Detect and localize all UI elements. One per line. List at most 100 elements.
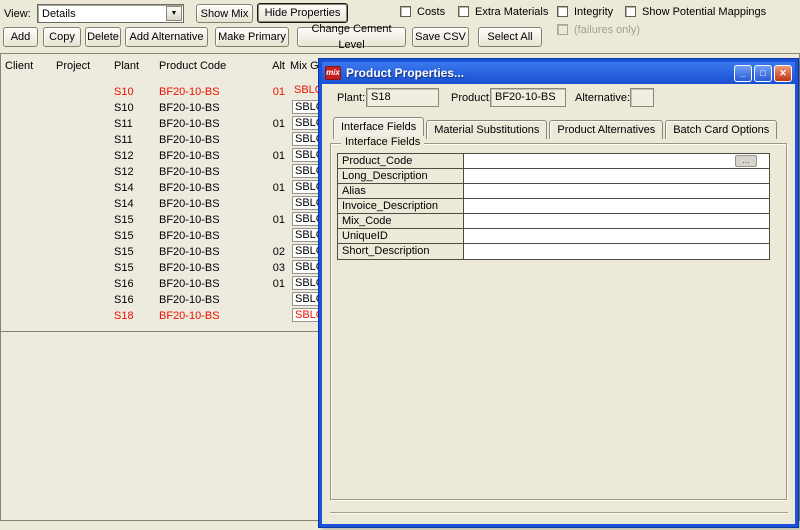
table-row[interactable]: S18 BF20-10-BS SBLO xyxy=(5,308,330,324)
dialog-title: Product Properties... xyxy=(346,66,732,80)
change-cement-level-button[interactable]: Change Cement Level xyxy=(297,27,406,47)
field-row: Product_Code ... xyxy=(338,154,769,169)
cell-product-code: BF20-10-BS xyxy=(159,150,261,162)
hide-properties-button[interactable]: Hide Properties xyxy=(257,3,348,23)
table-row[interactable]: S12 BF20-10-BS 01 SBLO xyxy=(5,148,330,164)
table-row[interactable]: S14 BF20-10-BS SBLO xyxy=(5,196,330,212)
column-header-product-code: Product Code xyxy=(159,60,261,72)
cell-alt: 01 xyxy=(261,182,287,194)
tab-material-substitutions[interactable]: Material Substitutions xyxy=(426,120,547,139)
field-value-cell[interactable] xyxy=(464,199,769,213)
checkbox-icon[interactable] xyxy=(458,6,469,17)
show-mix-button[interactable]: Show Mix xyxy=(196,4,253,23)
cell-product-code: BF20-10-BS xyxy=(159,294,261,306)
cell-product-code: BF20-10-BS xyxy=(159,102,261,114)
tab-batch-card-options[interactable]: Batch Card Options xyxy=(665,120,777,139)
view-dropdown[interactable]: Details ▼ xyxy=(37,4,184,23)
add-alternative-button[interactable]: Add Alternative xyxy=(125,27,208,47)
select-all-button[interactable]: Select All xyxy=(478,27,542,47)
table-row[interactable]: S16 BF20-10-BS SBLO xyxy=(5,292,330,308)
product-field[interactable]: BF20-10-BS xyxy=(490,88,566,107)
cell-alt: 01 xyxy=(261,214,287,226)
view-dropdown-value: Details xyxy=(42,8,76,20)
table-row[interactable]: S14 BF20-10-BS 01 SBLO xyxy=(5,180,330,196)
dialog-titlebar[interactable]: mix Product Properties... _ □ ✕ xyxy=(322,62,795,84)
alternative-label: Alternative: xyxy=(575,92,630,104)
cell-plant: S15 xyxy=(114,246,159,258)
cell-plant: S16 xyxy=(114,278,159,290)
checkbox-integrity[interactable]: Integrity xyxy=(557,6,613,18)
grid-body: S10 BF20-10-BS 01 SBLO S10 BF20-10-BS SB… xyxy=(5,84,330,324)
cell-plant: S14 xyxy=(114,182,159,194)
checkbox-extra-materials[interactable]: Extra Materials xyxy=(458,6,548,18)
checkbox-icon[interactable] xyxy=(557,6,568,17)
checkbox-icon[interactable] xyxy=(400,6,411,17)
checkbox-icon[interactable] xyxy=(625,6,636,17)
grid-header: Client Project Plant Product Code Alt Mi… xyxy=(5,60,322,72)
table-row[interactable]: S11 BF20-10-BS SBLO xyxy=(5,132,330,148)
add-button[interactable]: Add xyxy=(3,27,38,47)
chevron-down-icon[interactable]: ▼ xyxy=(166,6,182,21)
field-name-cell: Alias xyxy=(338,184,464,198)
plant-label: Plant: xyxy=(337,92,365,104)
table-row[interactable]: S10 BF20-10-BS SBLO xyxy=(5,100,330,116)
cell-product-code: BF20-10-BS xyxy=(159,86,261,98)
cell-product-code: BF20-10-BS xyxy=(159,310,261,322)
table-row[interactable]: S15 BF20-10-BS SBLO xyxy=(5,228,330,244)
field-value-cell[interactable] xyxy=(464,229,769,243)
cell-product-code: BF20-10-BS xyxy=(159,182,261,194)
mix-app-icon: mix xyxy=(325,66,341,80)
cell-plant: S16 xyxy=(114,294,159,306)
field-value-cell[interactable]: ... xyxy=(464,154,769,168)
cell-alt: 02 xyxy=(261,246,287,258)
make-primary-button[interactable]: Make Primary xyxy=(215,27,289,47)
ellipsis-button[interactable]: ... xyxy=(735,155,757,167)
checkbox-costs-label: Costs xyxy=(417,6,445,18)
copy-button[interactable]: Copy xyxy=(43,27,81,47)
save-csv-button[interactable]: Save CSV xyxy=(412,27,469,47)
cell-alt: 01 xyxy=(261,150,287,162)
cell-product-code: BF20-10-BS xyxy=(159,214,261,226)
field-row: Short_Description xyxy=(338,244,769,259)
table-row[interactable]: S10 BF20-10-BS 01 SBLO xyxy=(5,84,330,100)
column-header-project: Project xyxy=(56,60,114,72)
checkbox-icon-disabled xyxy=(557,24,568,35)
cell-alt: 03 xyxy=(261,262,287,274)
field-value-cell[interactable] xyxy=(464,214,769,228)
checkbox-show-potential-mappings[interactable]: Show Potential Mappings xyxy=(625,6,766,18)
cell-product-code: BF20-10-BS xyxy=(159,278,261,290)
table-row[interactable]: S15 BF20-10-BS 02 SBLO xyxy=(5,244,330,260)
product-label: Product: xyxy=(451,92,492,104)
delete-button[interactable]: Delete xyxy=(85,27,121,47)
cell-plant: S15 xyxy=(114,230,159,242)
field-value-cell[interactable] xyxy=(464,169,769,183)
field-name-cell: Invoice_Description xyxy=(338,199,464,213)
minimize-icon[interactable]: _ xyxy=(734,65,752,82)
checkbox-show-potential-mappings-label: Show Potential Mappings xyxy=(642,6,766,18)
alternative-field[interactable] xyxy=(630,88,654,107)
plant-field[interactable]: S18 xyxy=(366,88,439,107)
cell-plant: S11 xyxy=(114,118,159,130)
checkbox-failures-only-label: (failures only) xyxy=(574,24,640,36)
field-row: Invoice_Description xyxy=(338,199,769,214)
field-name-cell: Product_Code xyxy=(338,154,464,168)
column-header-alt: Alt xyxy=(261,60,287,72)
maximize-icon[interactable]: □ xyxy=(754,65,772,82)
product-properties-dialog: mix Product Properties... _ □ ✕ Plant: S… xyxy=(319,59,798,527)
cell-product-code: BF20-10-BS xyxy=(159,198,261,210)
field-value-cell[interactable] xyxy=(464,244,769,259)
column-header-mix-group: Mix Gr xyxy=(290,60,322,72)
table-row[interactable]: S15 BF20-10-BS 01 SBLO xyxy=(5,212,330,228)
interface-fields-table: Product_Code ... Long_Description Alias … xyxy=(337,153,770,260)
close-icon[interactable]: ✕ xyxy=(774,65,792,82)
cell-alt: 01 xyxy=(261,278,287,290)
field-value-cell[interactable] xyxy=(464,184,769,198)
tab-product-alternatives[interactable]: Product Alternatives xyxy=(549,120,663,139)
table-row[interactable]: S12 BF20-10-BS SBLO xyxy=(5,164,330,180)
groupbox-title: Interface Fields xyxy=(341,136,424,148)
table-row[interactable]: S15 BF20-10-BS 03 SBLO xyxy=(5,260,330,276)
checkbox-costs[interactable]: Costs xyxy=(400,6,445,18)
table-row[interactable]: S16 BF20-10-BS 01 SBLO xyxy=(5,276,330,292)
table-row[interactable]: S11 BF20-10-BS 01 SBLO xyxy=(5,116,330,132)
checkbox-extra-materials-label: Extra Materials xyxy=(475,6,548,18)
